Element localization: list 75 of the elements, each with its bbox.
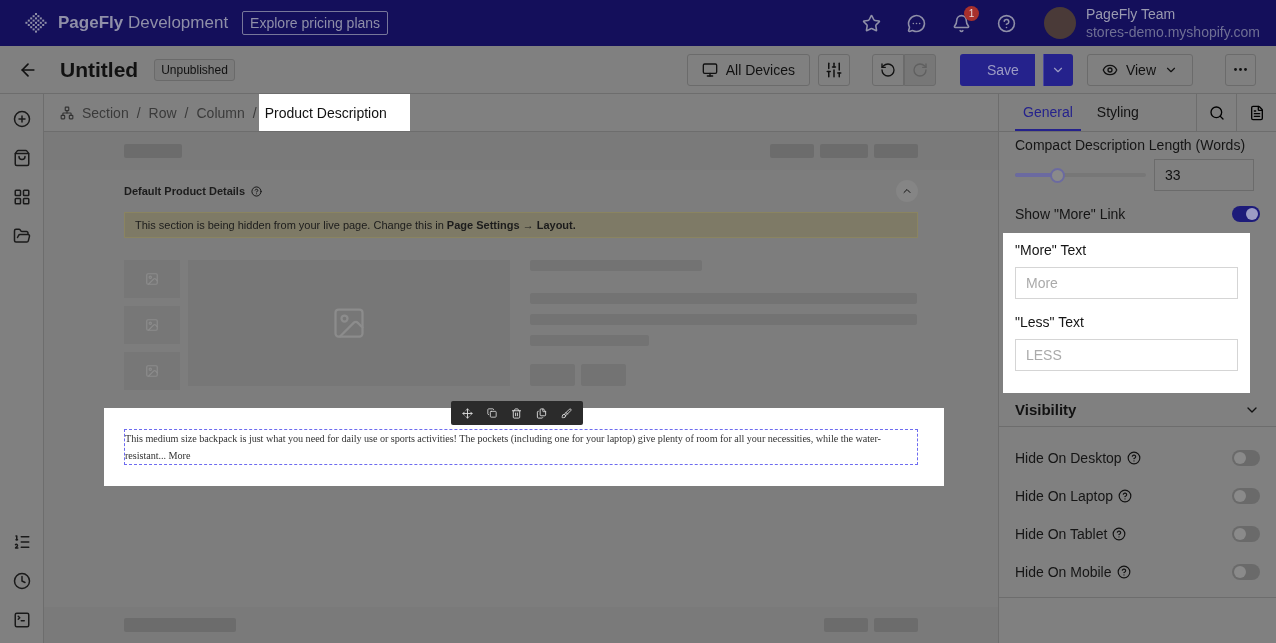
shopping-bag-icon[interactable]: [12, 149, 31, 167]
help-icon[interactable]: [251, 185, 263, 197]
clock-icon[interactable]: [12, 572, 31, 590]
toggle-label: Show "More" Link: [1015, 205, 1126, 224]
page-title: Untitled: [60, 57, 139, 82]
slider[interactable]: [1015, 167, 1146, 183]
panel-tab[interactable]: General: [1015, 94, 1081, 131]
delete-icon[interactable]: [511, 407, 522, 419]
sliders-icon: [825, 60, 843, 79]
chat-icon[interactable]: [907, 13, 926, 33]
text-field[interactable]: More: [1015, 267, 1238, 299]
section-title: Visibility: [1015, 401, 1077, 418]
user-name: PageFly Team: [1086, 5, 1177, 23]
breadcrumb-item[interactable]: Section: [82, 104, 129, 121]
help-icon[interactable]: [1118, 489, 1133, 503]
monitor-icon: [701, 61, 718, 78]
section-title: Default Product Details: [124, 185, 246, 197]
toggle-label: Hide On Desktop: [1015, 449, 1122, 468]
product-description: This medium size backpack is just what you need for daily use or sports activities! The pockets (including one for your laptop) give plenty of room for all your necessities, while the water-resistant... More: [124, 429, 918, 465]
help-icon[interactable]: [1112, 527, 1127, 541]
text-field[interactable]: LESS: [1015, 339, 1238, 371]
breadcrumb-separator: /: [136, 104, 141, 121]
panel-tab[interactable]: Styling: [1088, 94, 1147, 131]
undo-button[interactable]: [872, 53, 904, 86]
breadcrumb-separator: /: [252, 104, 257, 121]
ellipsis-icon: [1234, 68, 1247, 71]
store-url: stores-demo.myshopify.com: [1086, 23, 1260, 41]
terminal-icon[interactable]: [12, 611, 31, 629]
toggle-switch[interactable]: [1232, 450, 1260, 466]
hierarchy-icon: [60, 105, 74, 120]
number-field[interactable]: 33: [1154, 159, 1254, 191]
toggle-switch[interactable]: [1232, 564, 1260, 580]
slider-thumb[interactable]: [1049, 167, 1065, 183]
undo-icon: [880, 61, 896, 78]
save-menu-button[interactable]: [1042, 53, 1073, 86]
toggle-switch[interactable]: [1232, 488, 1260, 504]
redo-icon: [912, 61, 928, 78]
toggle-switch[interactable]: [1232, 526, 1260, 542]
star-icon[interactable]: [862, 13, 881, 33]
breadcrumb-separator: /: [184, 104, 189, 121]
document-icon: [1248, 104, 1265, 121]
status-badge: Unpublished: [154, 58, 235, 81]
bell-icon[interactable]: [952, 13, 971, 33]
copy-icon[interactable]: [536, 407, 547, 419]
view-button[interactable]: View: [1086, 53, 1193, 86]
search-icon: [1208, 104, 1225, 121]
help-icon[interactable]: [997, 13, 1016, 33]
grid-icon[interactable]: [12, 188, 31, 206]
notification-badge: 1: [964, 5, 979, 21]
move-icon[interactable]: [462, 407, 473, 419]
help-icon[interactable]: [1126, 451, 1141, 465]
add-icon[interactable]: [12, 110, 31, 128]
toggle-switch[interactable]: [1232, 206, 1260, 222]
list-icon[interactable]: [12, 533, 31, 551]
breadcrumb-item[interactable]: Column: [196, 104, 245, 121]
breadcrumb-item[interactable]: Product Description: [258, 94, 410, 131]
device-button[interactable]: All Devices: [686, 53, 810, 86]
brush-icon[interactable]: [561, 407, 572, 419]
toggle-label: Hide On Mobile: [1015, 563, 1112, 582]
toggle-label: Hide On Tablet: [1015, 525, 1108, 544]
toggle-label: Hide On Laptop: [1015, 487, 1114, 506]
field-label: "Less" Text: [1015, 313, 1085, 332]
logo-icon: [24, 11, 48, 35]
more-link[interactable]: More: [168, 450, 191, 461]
field-label: Compact Description Length (Words): [1015, 136, 1247, 155]
save-button[interactable]: Save: [960, 53, 1035, 86]
hidden-section-notice: This section is being hidden from your live page. Change this in Page Settings → Layout.: [124, 212, 918, 238]
help-icon[interactable]: [1116, 565, 1131, 579]
folder-icon[interactable]: [12, 227, 31, 245]
field-label: "More" Text: [1015, 241, 1088, 260]
settings-button[interactable]: [818, 53, 850, 86]
breadcrumb-item[interactable]: Row: [148, 104, 177, 121]
brand-name: PageFly Development: [58, 13, 229, 33]
duplicate-icon[interactable]: [487, 408, 497, 418]
pricing-button[interactable]: Explore pricing plans: [242, 11, 389, 35]
